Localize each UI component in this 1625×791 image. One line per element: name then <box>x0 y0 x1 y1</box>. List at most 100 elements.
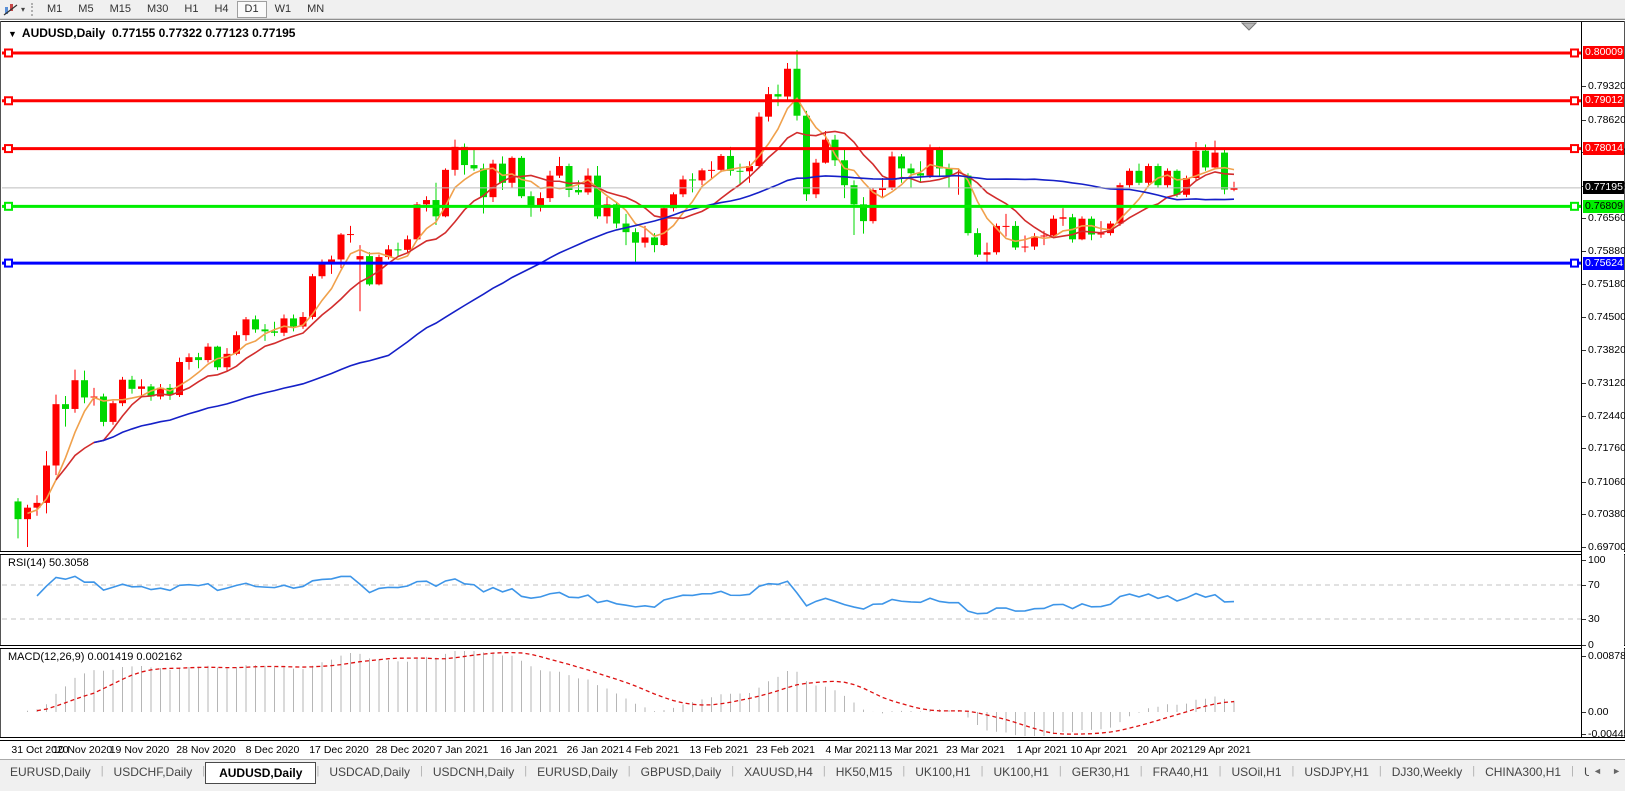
tab-usdchf-daily[interactable]: USDCHF,Daily <box>104 762 203 782</box>
candle-body <box>556 166 563 176</box>
candle-body <box>632 232 639 243</box>
toolbar-grip[interactable] <box>31 3 33 16</box>
candle-body <box>15 501 22 519</box>
date-label: 13 Mar 2021 <box>871 744 947 756</box>
tf-button-d1[interactable]: D1 <box>237 1 267 18</box>
indicator-list-caret-icon[interactable]: ▼ <box>8 29 17 39</box>
tab-dj30-weekly[interactable]: DJ30,Weekly <box>1382 762 1472 782</box>
candle-body <box>1155 166 1162 185</box>
candle-body <box>927 149 934 175</box>
chart-tool-icon[interactable] <box>3 3 19 16</box>
candle-body <box>575 190 582 192</box>
tab-scroll-right-icon[interactable]: ► <box>1612 766 1621 776</box>
tab-fra40-h1[interactable]: FRA40,H1 <box>1143 762 1219 782</box>
macd-panel[interactable] <box>2 649 1581 737</box>
candle-body <box>205 347 212 360</box>
price-badge-0.78014: 0.78014 <box>1583 142 1624 155</box>
candle-body <box>651 237 658 245</box>
candle-body <box>1117 185 1124 223</box>
candle-body <box>262 329 269 331</box>
candle-body <box>699 170 706 180</box>
tab-usdjpy-h1[interactable]: USDJPY,H1 <box>1294 762 1378 782</box>
candle-body <box>1221 153 1228 190</box>
candle-body <box>689 179 696 180</box>
candle-body <box>129 380 136 389</box>
tf-button-m30[interactable]: M30 <box>139 1 176 18</box>
chart-ohlc-quote: 0.77155 0.77322 0.77123 0.77195 <box>112 26 296 40</box>
date-label: 4 Feb 2021 <box>615 744 691 756</box>
candle-body <box>186 357 193 362</box>
candle-body <box>195 357 202 360</box>
candle-body <box>81 380 88 397</box>
rsi-panel[interactable] <box>2 555 1581 645</box>
price-badge-0.75624: 0.75624 <box>1583 257 1624 270</box>
candle-body <box>898 156 905 168</box>
tab-hk50-m15[interactable]: HK50,M15 <box>826 762 903 782</box>
date-label: 8 Dec 2020 <box>235 744 311 756</box>
candle-body <box>347 234 354 235</box>
candle-body <box>737 171 744 172</box>
chart-symbol-period: AUDUSD,Daily <box>22 26 105 40</box>
tab-usoil-h1[interactable]: USOil,H1 <box>1222 762 1292 782</box>
tf-button-m1[interactable]: M1 <box>39 1 70 18</box>
candle-body <box>138 386 145 388</box>
candle-body <box>1174 171 1181 195</box>
tf-button-h4[interactable]: H4 <box>206 1 236 18</box>
candle-body <box>1193 151 1200 178</box>
date-label: 10 Apr 2021 <box>1061 744 1137 756</box>
candle-body <box>1003 226 1010 227</box>
tab-usdcad-daily[interactable]: USDCAD,Daily <box>319 762 420 782</box>
chart-title: ▼ AUDUSD,Daily 0.77155 0.77322 0.77123 0.… <box>8 26 295 40</box>
candle-body <box>594 176 601 217</box>
line-anchor <box>5 203 12 210</box>
candle-body <box>803 116 810 195</box>
tab-ger30-h1[interactable]: GER30,H1 <box>1062 762 1140 782</box>
chart-border-left <box>0 21 1 741</box>
candle-body <box>395 249 402 250</box>
line-anchor <box>1571 49 1578 56</box>
tf-button-m15[interactable]: M15 <box>102 1 139 18</box>
candle-body <box>1164 171 1171 185</box>
moving-average-fast <box>28 98 1235 513</box>
date-label: 16 Jan 2021 <box>491 744 567 756</box>
candle-body <box>680 179 687 194</box>
tab-uk100-h1[interactable]: UK100,H1 <box>984 762 1059 782</box>
tab-eurusd-daily[interactable]: EURUSD,Daily <box>0 762 101 782</box>
candle-body <box>775 94 782 96</box>
tf-button-mn[interactable]: MN <box>299 1 332 18</box>
tab-scroll-left-icon[interactable]: ◄ <box>1593 766 1602 776</box>
tf-button-m5[interactable]: M5 <box>70 1 101 18</box>
candle-body <box>414 204 421 239</box>
date-label: 13 Feb 2021 <box>681 744 757 756</box>
candle-body <box>338 235 345 260</box>
candle-body <box>252 319 259 329</box>
tf-button-h1[interactable]: H1 <box>176 1 206 18</box>
mt4-window: ▾ M1 M5 M15 M30 H1 H4 D1 W1 MN ▼ AUDUSD,D… <box>0 0 1625 791</box>
price-axis[interactable]: 0.793200.786200.779400.772400.765600.758… <box>1581 22 1624 737</box>
tab-eurusd-daily[interactable]: EURUSD,Daily <box>527 762 628 782</box>
price-chart-panel[interactable] <box>2 22 1581 551</box>
chart-shift-marker <box>1242 23 1256 30</box>
tab-gbpusd-daily[interactable]: GBPUSD,Daily <box>631 762 732 782</box>
tab-uk100-h1[interactable]: UK100,H1 <box>905 762 980 782</box>
candle-body <box>642 237 649 242</box>
candle-body <box>110 403 117 422</box>
candle-body <box>509 158 516 183</box>
date-axis[interactable]: 31 Oct 202010 Nov 202019 Nov 202028 Nov … <box>0 741 1625 759</box>
candle-body <box>214 347 221 368</box>
date-label: 7 Jan 2021 <box>425 744 501 756</box>
tab-china300-h1[interactable]: CHINA300,H1 <box>1475 762 1571 782</box>
candle-body <box>357 256 364 259</box>
tab-audusd-daily[interactable]: AUDUSD,Daily <box>205 762 316 784</box>
candle-body <box>1022 247 1029 248</box>
line-anchor <box>5 49 12 56</box>
tab-xauusd-h4[interactable]: XAUUSD,H4 <box>734 762 823 782</box>
candle-body <box>984 252 991 254</box>
candle-body <box>1050 219 1057 236</box>
chart-tool-caret-icon[interactable]: ▾ <box>21 5 25 14</box>
line-anchor <box>5 97 12 104</box>
tf-button-w1[interactable]: W1 <box>267 1 300 18</box>
macd-signal-line <box>37 653 1234 735</box>
candle-body <box>718 156 725 170</box>
tab-usdcnh-daily[interactable]: USDCNH,Daily <box>423 762 524 782</box>
